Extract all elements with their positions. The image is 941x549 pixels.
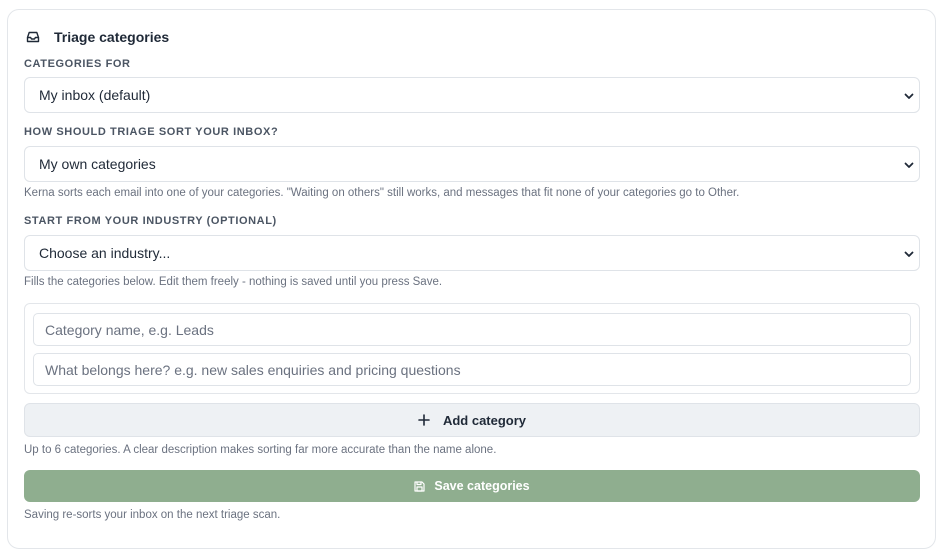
sort-mode-value: My own categories [39, 156, 156, 172]
category-description-input[interactable]: What belongs here? e.g. new sales enquir… [33, 353, 911, 386]
sort-mode-help: Kerna sorts each email into one of your … [24, 187, 740, 199]
categories-for-select[interactable]: My inbox (default) [24, 77, 920, 113]
save-help: Saving re-sorts your inbox on the next t… [24, 509, 281, 521]
inbox-icon [26, 30, 40, 44]
triage-categories-card: Triage categories CATEGORIES FOR My inbo… [7, 9, 936, 549]
add-category-label: Add category [442, 412, 527, 428]
save-icon [414, 480, 425, 492]
sort-mode-select[interactable]: My own categories [24, 146, 920, 182]
industry-label: START FROM YOUR INDUSTRY (OPTIONAL) [24, 215, 277, 227]
add-category-button[interactable]: Add category [24, 403, 920, 437]
chevron-down-icon [903, 247, 915, 259]
card-title: Triage categories [54, 29, 170, 45]
category-editor: Category name, e.g. Leads What belongs h… [24, 303, 920, 394]
save-categories-button[interactable]: Save categories [24, 470, 920, 502]
industry-select[interactable]: Choose an industry... [24, 235, 920, 271]
sort-mode-label: HOW SHOULD TRIAGE SORT YOUR INBOX? [24, 126, 279, 138]
chevron-down-icon [903, 89, 915, 101]
category-name-input[interactable]: Category name, e.g. Leads [33, 313, 911, 346]
save-categories-label: Save categories [434, 479, 530, 493]
card-header: Triage categories [25, 27, 169, 47]
chevron-down-icon [903, 158, 915, 170]
industry-value: Choose an industry... [39, 245, 171, 261]
categories-for-label: CATEGORIES FOR [24, 58, 131, 70]
add-category-help: Up to 6 categories. A clear description … [24, 444, 497, 456]
industry-help: Fills the categories below. Edit them fr… [24, 276, 443, 288]
categories-for-value: My inbox (default) [39, 87, 151, 103]
plus-icon [418, 414, 430, 426]
